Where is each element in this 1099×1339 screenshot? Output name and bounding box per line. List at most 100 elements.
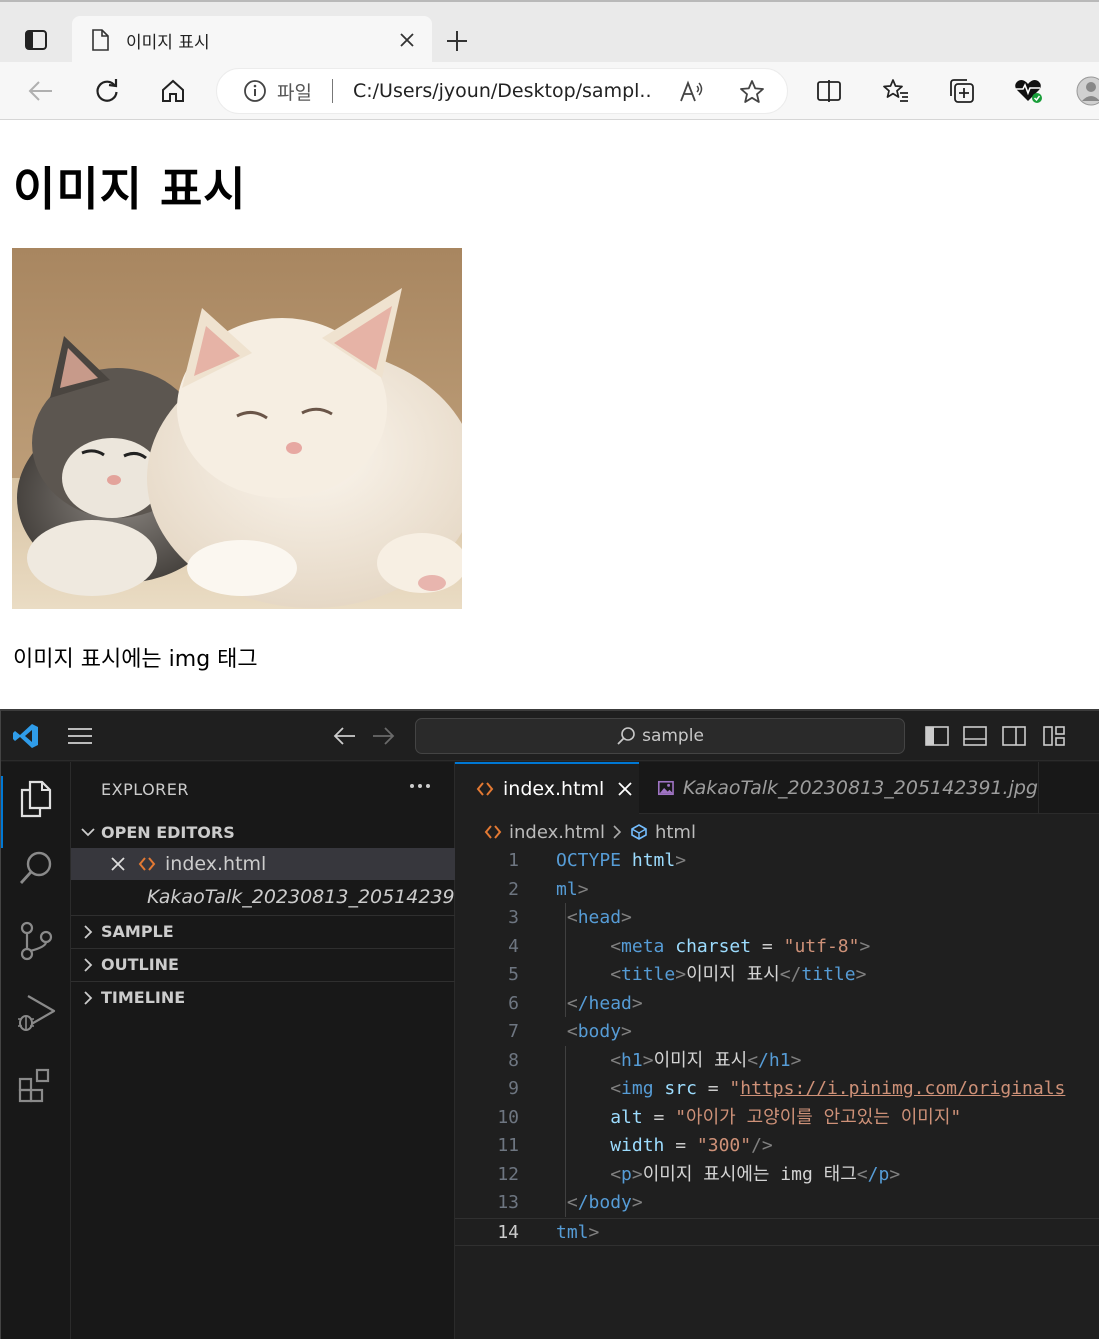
- activity-source-control[interactable]: [13, 918, 59, 964]
- open-editor-item-index[interactable]: index.html: [71, 848, 455, 880]
- symbol-element-icon: [631, 824, 647, 840]
- editor-tabs: index.html KakaoTalk_20230813_205142391.…: [455, 762, 1099, 814]
- chevron-down-icon: [81, 828, 95, 837]
- image-file-icon: [657, 780, 674, 796]
- editor-tab-image[interactable]: KakaoTalk_20230813_205142391.jpg: [639, 762, 1039, 814]
- customize-layout-icon[interactable]: [1041, 724, 1067, 748]
- breadcrumb: index.html html: [483, 818, 696, 846]
- vscode-window: sample EXPLORER OPEN EDITORS index.html …: [0, 709, 1099, 1339]
- arrow-left-icon: [28, 81, 52, 101]
- browser-tab-active[interactable]: 이미지 표시: [72, 16, 432, 64]
- editor-tab-index[interactable]: index.html: [455, 762, 639, 814]
- split-screen-button[interactable]: [812, 74, 846, 108]
- code-line: 12 <p>이미지 표시에는 img 태그</p>: [497, 1163, 901, 1185]
- open-editor-filename: KakaoTalk_20230813_20514239...: [147, 886, 473, 908]
- favorites-list-icon: [883, 79, 908, 102]
- vscode-titlebar: sample: [1, 711, 1099, 761]
- html-file-icon: [484, 825, 502, 839]
- files-icon: [20, 780, 52, 818]
- toggle-panel-icon[interactable]: [962, 724, 988, 748]
- info-icon[interactable]: [243, 79, 267, 103]
- chevron-right-icon: [613, 825, 622, 839]
- page-heading: 이미지 표시: [13, 162, 247, 216]
- new-tab-button[interactable]: [440, 24, 474, 58]
- code-line: 9 <img src = "https://i.pinimg.com/origi…: [508, 1078, 1066, 1099]
- code-line: 3 <head>: [508, 907, 632, 928]
- open-editor-filename: index.html: [165, 853, 267, 875]
- tab-actions-button[interactable]: [14, 22, 58, 58]
- profile-avatar[interactable]: [1076, 74, 1099, 108]
- plus-icon: [447, 31, 467, 51]
- favorites-button[interactable]: [879, 74, 913, 108]
- code-line: 7 <body>: [508, 1021, 632, 1042]
- home-button[interactable]: [156, 74, 190, 108]
- code-line: 2 ml>: [508, 878, 589, 900]
- section-open-editors[interactable]: OPEN EDITORS: [71, 816, 455, 848]
- read-aloud-icon[interactable]: [679, 80, 705, 104]
- split-screen-icon: [817, 80, 841, 102]
- vscode-logo-icon: [13, 724, 38, 748]
- address-scheme: 파일: [277, 81, 312, 104]
- activity-bar: [1, 762, 71, 1339]
- editor-tab-label: index.html: [503, 778, 605, 800]
- html-file-icon: [138, 857, 156, 871]
- section-label: SAMPLE: [101, 922, 174, 941]
- breadcrumb-file[interactable]: index.html: [509, 822, 605, 843]
- toggle-primary-sidebar-icon[interactable]: [924, 724, 950, 748]
- activity-run-debug[interactable]: [13, 990, 59, 1036]
- code-line: 4 <meta charset = "utf-8">: [508, 935, 871, 957]
- activity-explorer[interactable]: [1, 776, 59, 848]
- command-center-search[interactable]: sample: [415, 718, 905, 754]
- nav-back-icon[interactable]: [331, 723, 359, 749]
- command-center-text: sample: [642, 726, 704, 746]
- collections-button[interactable]: [945, 74, 979, 108]
- browser-essentials-button[interactable]: [1011, 74, 1045, 108]
- code-line: 13 </body>: [497, 1192, 643, 1213]
- nav-forward-icon[interactable]: [369, 723, 397, 749]
- code-line: 8 <h1>이미지 표시</h1>: [508, 1049, 802, 1071]
- browser-toolbar: 파일 C:/Users/jyoun/Desktop/sampl...: [0, 62, 1099, 120]
- open-editor-item-image[interactable]: KakaoTalk_20230813_20514239...: [71, 881, 473, 913]
- search-icon: [617, 727, 635, 745]
- code-line: 1 OCTYPE html>: [508, 850, 687, 871]
- section-sample[interactable]: SAMPLE: [71, 915, 455, 947]
- breadcrumb-symbol[interactable]: html: [655, 822, 696, 843]
- avatar-icon: [1076, 76, 1099, 106]
- collections-icon: [950, 79, 974, 103]
- address-bar[interactable]: 파일 C:/Users/jyoun/Desktop/sampl...: [216, 68, 788, 114]
- section-label: OUTLINE: [101, 955, 179, 974]
- close-icon: [400, 33, 414, 47]
- activity-extensions[interactable]: [13, 1062, 59, 1108]
- toggle-secondary-sidebar-icon[interactable]: [1001, 724, 1027, 748]
- code-line: 10 alt = "아이가 고양이를 안고있는 이미지": [497, 1106, 962, 1128]
- heart-pulse-icon: [1015, 80, 1042, 103]
- section-timeline[interactable]: TIMELINE: [71, 981, 455, 1013]
- tab-close-button[interactable]: [396, 29, 418, 51]
- browser-tab-strip: 이미지 표시: [0, 0, 1099, 64]
- document-icon: [92, 29, 109, 51]
- tab-actions-icon: [25, 30, 47, 50]
- menu-hamburger-icon[interactable]: [65, 724, 95, 748]
- address-url[interactable]: C:/Users/jyoun/Desktop/sampl...: [353, 80, 653, 102]
- close-icon[interactable]: [616, 780, 634, 798]
- refresh-button[interactable]: [90, 74, 124, 108]
- chevron-right-icon: [84, 990, 93, 1005]
- screen: 이미지 표시 파일 C:/Users/jyoun/Desktop/sampl..…: [0, 0, 1099, 1339]
- extensions-icon: [18, 1068, 50, 1103]
- cat-photo: [12, 248, 462, 609]
- code-line: 6 </head>: [508, 992, 643, 1014]
- star-icon[interactable]: [739, 79, 765, 105]
- code-line: 11 width = "300"/>: [497, 1135, 773, 1156]
- activity-search[interactable]: [13, 846, 59, 892]
- code-line: 5 <title>이미지 표시</title>: [508, 964, 867, 985]
- editor-area: index.html KakaoTalk_20230813_205142391.…: [455, 762, 1099, 1339]
- more-actions-icon[interactable]: [408, 776, 432, 796]
- home-icon: [162, 79, 184, 102]
- browser-tab-title: 이미지 표시: [126, 32, 210, 53]
- section-outline[interactable]: OUTLINE: [71, 948, 455, 980]
- web-page-content: 이미지 표시 이미지 표시에는 img 태그: [0, 121, 1099, 709]
- chevron-right-icon: [84, 957, 93, 972]
- back-button[interactable]: [24, 74, 58, 108]
- source-control-icon: [20, 921, 53, 961]
- close-icon[interactable]: [109, 855, 127, 873]
